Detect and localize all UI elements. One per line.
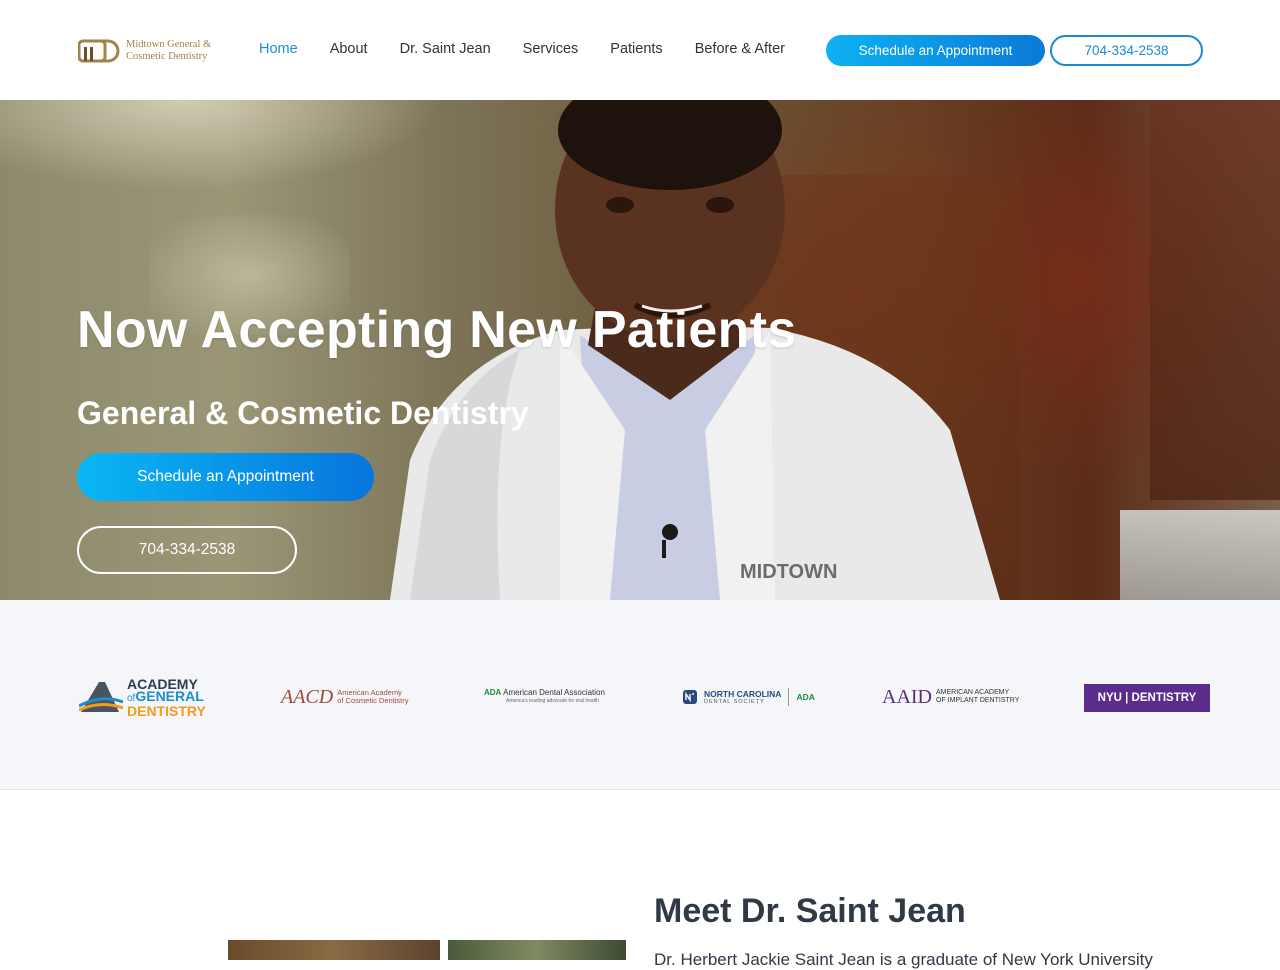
ada-logo[interactable]: ADA American Dental Association America'…: [484, 680, 605, 714]
ncds-icon: [683, 690, 697, 704]
header-phone-button[interactable]: 704-334-2538: [1050, 35, 1203, 66]
hero-banner: MIDTOWN Now Accepting New Patients Gener…: [0, 100, 1280, 600]
meet-photo: [90, 940, 626, 960]
aaid-logo[interactable]: AAID AMERICAN ACADEMY OF IMPLANT DENTIST…: [882, 680, 1019, 714]
hero-title: Now Accepting New Patients: [77, 301, 797, 359]
nav-before-after[interactable]: Before & After: [695, 39, 785, 59]
background-cabinet: [1150, 100, 1280, 500]
agd-a-icon: [79, 682, 123, 712]
meet-title: Meet Dr. Saint Jean: [654, 892, 966, 930]
aacd-mark: AACD: [281, 685, 334, 708]
logo-md-icon: [78, 39, 120, 63]
aacd-logo[interactable]: AACD American Academy of Cosmetic Dentis…: [281, 680, 409, 714]
logo-line-1: Midtown General &: [126, 39, 212, 50]
nav-services[interactable]: Services: [523, 39, 579, 59]
nyu-dentistry-logo[interactable]: NYU | DENTISTRY: [1084, 681, 1210, 715]
logo-text: Midtown General & Cosmetic Dentistry: [126, 39, 211, 63]
background-printer: [1120, 510, 1280, 600]
site-logo[interactable]: Midtown General & Cosmetic Dentistry: [78, 36, 228, 66]
hero-phone-button[interactable]: 704-334-2538: [77, 526, 297, 574]
header-schedule-button[interactable]: Schedule an Appointment: [826, 35, 1045, 66]
main-nav: Home About Dr. Saint Jean Services Patie…: [259, 39, 817, 59]
ncds-logo[interactable]: NORTH CAROLINA DENTAL SOCIETY ADA: [682, 680, 815, 714]
affiliations-strip: ACADEMY ofGENERAL DENTISTRY AACD America…: [0, 600, 1280, 790]
nav-home[interactable]: Home: [259, 39, 298, 59]
agd-logo[interactable]: ACADEMY ofGENERAL DENTISTRY: [79, 677, 206, 718]
logo-line-2: Cosmetic Dentistry: [126, 51, 208, 62]
nav-patients[interactable]: Patients: [610, 39, 662, 59]
hero-subtitle: General & Cosmetic Dentistry: [77, 395, 529, 431]
hero-schedule-button[interactable]: Schedule an Appointment: [77, 453, 374, 501]
nav-dr-saint-jean[interactable]: Dr. Saint Jean: [400, 39, 491, 59]
site-header: Midtown General & Cosmetic Dentistry Hom…: [0, 0, 1280, 100]
aaid-mark: AAID: [882, 685, 932, 708]
nav-about[interactable]: About: [330, 39, 368, 59]
meet-intro-text: Dr. Herbert Jackie Saint Jean is a gradu…: [654, 950, 1153, 969]
coat-embroidery: MIDTOWN: [740, 561, 837, 583]
